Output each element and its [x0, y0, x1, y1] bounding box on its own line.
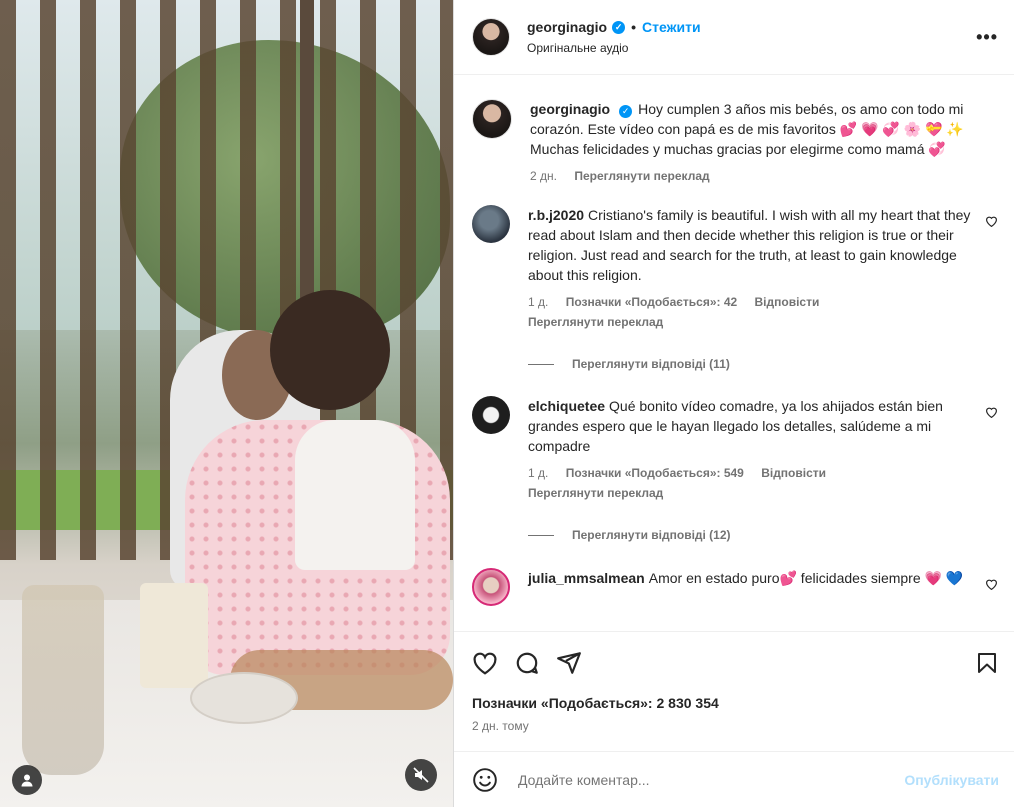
video-player[interactable] — [0, 0, 453, 807]
avatar[interactable] — [472, 18, 510, 56]
bookmark-icon[interactable] — [975, 650, 999, 676]
avatar[interactable] — [472, 396, 510, 434]
emoji-icon[interactable] — [472, 767, 498, 793]
avatar[interactable] — [472, 205, 510, 243]
heart-icon[interactable] — [985, 406, 998, 421]
heart-icon[interactable] — [985, 578, 998, 593]
comment-text: Cristiano's family is beautiful. I wish … — [528, 207, 971, 283]
caption-username[interactable]: georginagio — [530, 101, 610, 117]
comment-likes[interactable]: Позначки «Подобається»: 42 — [566, 295, 737, 309]
reply-button[interactable]: Відповісти — [761, 466, 826, 480]
comment-input[interactable] — [516, 770, 905, 789]
post-side-panel: georginagio ✓ • Стежити Оригінальне ауді… — [453, 0, 1014, 807]
comment-username[interactable]: r.b.j2020 — [528, 207, 584, 223]
post-actions: Позначки «Подобається»: 2 830 354 2 дн. … — [454, 631, 1014, 751]
comment-username[interactable]: julia_mmsalmean — [528, 570, 645, 586]
heart-icon[interactable] — [472, 651, 498, 675]
avatar[interactable] — [472, 568, 510, 606]
post-header: georginagio ✓ • Стежити Оригінальне ауді… — [454, 0, 1014, 75]
view-replies-button[interactable]: Переглянути відповіді (11) — [528, 357, 976, 371]
post-view: georginagio ✓ • Стежити Оригінальне ауді… — [0, 0, 1014, 807]
post-time[interactable]: 2 дн. тому — [472, 719, 999, 733]
comment-age: 1 д. — [528, 295, 549, 309]
avatar[interactable] — [472, 99, 512, 139]
publish-button[interactable]: Опублікувати — [904, 772, 999, 788]
view-replies-button[interactable]: Переглянути відповіді (12) — [528, 528, 976, 542]
reply-button[interactable]: Відповісти — [755, 295, 820, 309]
mute-icon[interactable] — [405, 759, 437, 791]
likes-count[interactable]: Позначки «Подобається»: 2 830 354 — [472, 695, 999, 711]
follow-button[interactable]: Стежити — [642, 19, 701, 35]
verified-icon: ✓ — [612, 20, 626, 34]
comment-item: r.b.j2020 Cristiano's family is beautiful… — [472, 205, 998, 371]
heart-icon[interactable] — [985, 215, 998, 230]
audio-label[interactable]: Оригінальне аудіо — [527, 41, 976, 55]
translate-link[interactable]: Переглянути переклад — [574, 169, 709, 183]
more-icon[interactable]: ••• — [976, 27, 998, 48]
verified-icon: ✓ — [619, 104, 633, 118]
comments-list[interactable]: georginagio ✓ Hoy cumplen 3 años mis bebés… — [454, 75, 1014, 631]
comment-username[interactable]: elchiquetee — [528, 398, 605, 414]
share-icon[interactable] — [556, 650, 582, 676]
comment-icon[interactable] — [514, 650, 540, 676]
author-username[interactable]: georginagio — [527, 19, 607, 35]
caption-age: 2 дн. — [530, 169, 557, 183]
add-comment-bar: Опублікувати — [454, 751, 1014, 807]
translate-link[interactable]: Переглянути переклад — [528, 486, 976, 500]
caption: georginagio ✓ Hoy cumplen 3 años mis bebés… — [472, 99, 998, 183]
translate-link[interactable]: Переглянути переклад — [528, 315, 976, 329]
comment-text: Amor en estado puro💕 felicidades siempre… — [648, 570, 964, 586]
comment-item: elchiquetee Qué bonito vídeo comadre, ya … — [472, 396, 998, 542]
comment-age: 1 д. — [528, 466, 549, 480]
comment-item: julia_mmsalmean Amor en estado puro💕 feli… — [472, 568, 998, 606]
user-icon[interactable] — [12, 765, 42, 795]
comment-likes[interactable]: Позначки «Подобається»: 549 — [566, 466, 744, 480]
